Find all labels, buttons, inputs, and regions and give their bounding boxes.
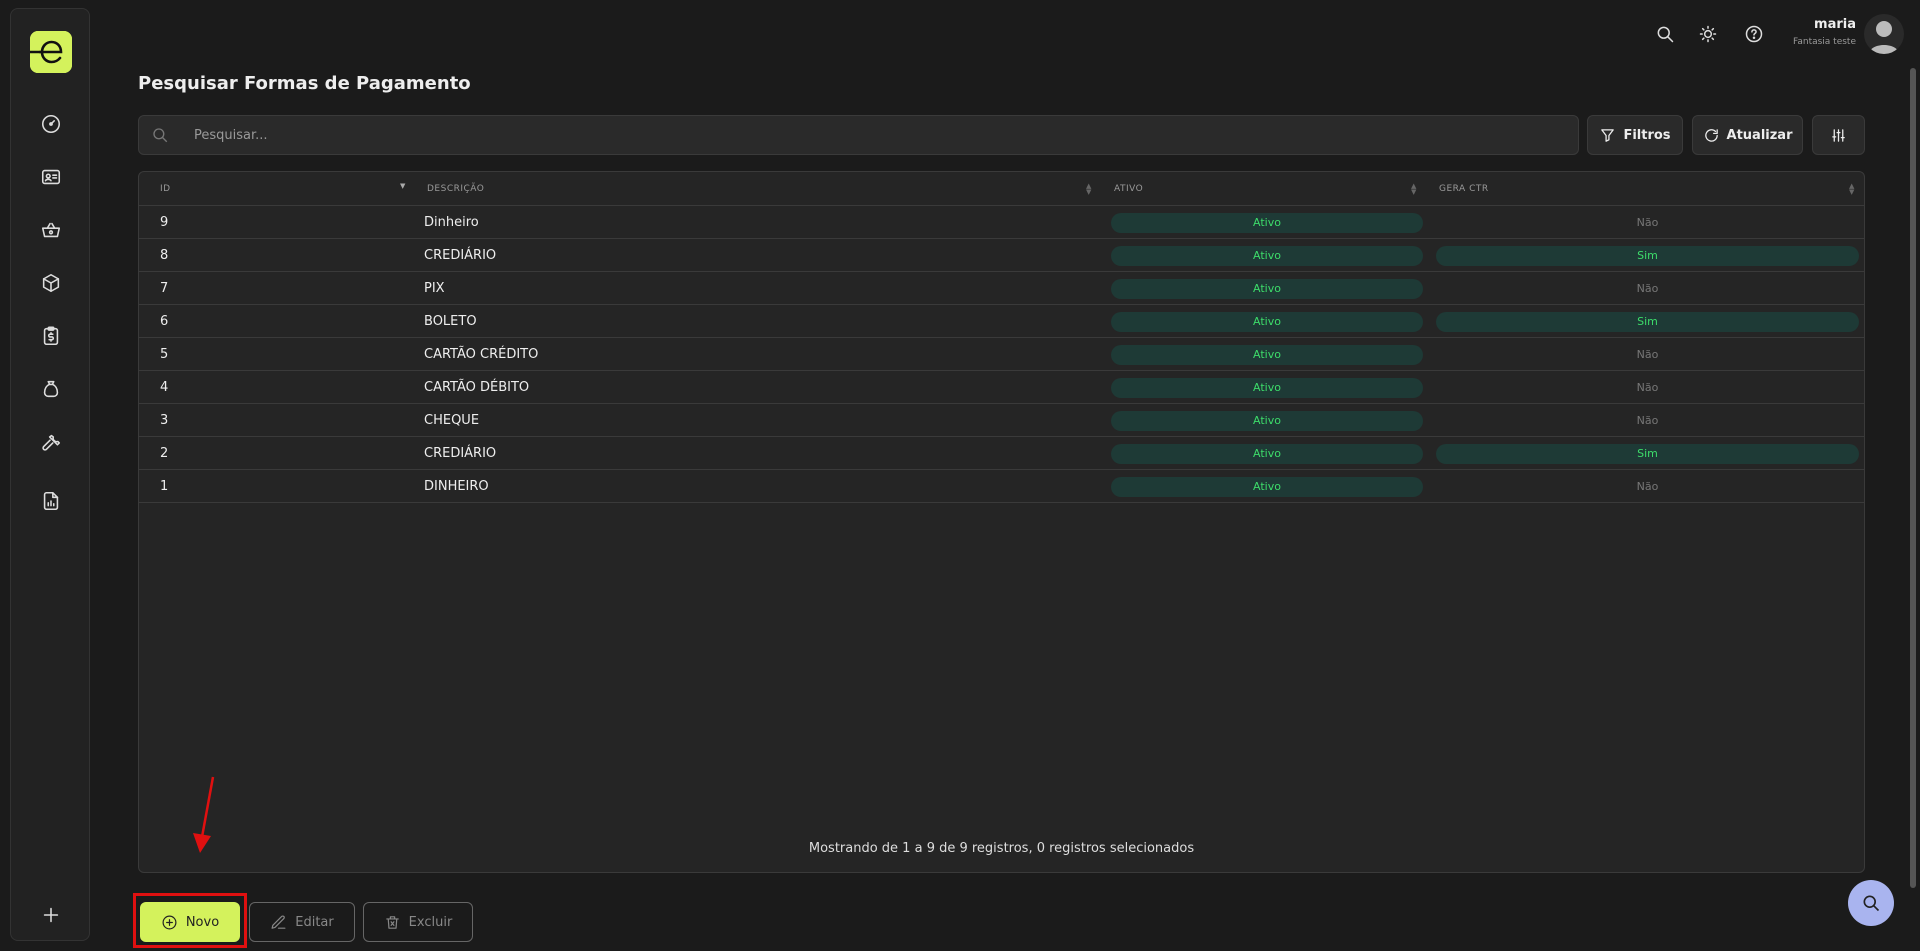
sliders-icon: [1832, 128, 1845, 142]
gera-ctr-badge: Sim: [1436, 444, 1859, 464]
avatar[interactable]: [1864, 14, 1904, 54]
table-header: ID ▼ DESCRIÇÃO ▲ ▼ ATIVO ▲ ▼ GERA CTR ▲ ▼: [139, 172, 1864, 206]
gera-ctr-badge: Não: [1636, 480, 1659, 493]
status-badge: Ativo: [1111, 279, 1423, 299]
cell-id: 5: [160, 347, 169, 362]
table-row[interactable]: 5 CARTÃO CRÉDITO Ativo Não: [139, 338, 1864, 371]
wrench-icon[interactable]: [38, 429, 64, 455]
status-badge: Ativo: [1111, 477, 1423, 497]
delete-label: Excluir: [408, 914, 453, 930]
sidebar: [10, 8, 90, 941]
refresh-icon: [1704, 128, 1718, 142]
status-badge: Ativo: [1111, 246, 1423, 266]
search-field-icon: [153, 128, 168, 143]
gera-ctr-badge: Sim: [1436, 246, 1859, 266]
cell-descricao: CHEQUE: [424, 413, 480, 428]
table-row[interactable]: 6 BOLETO Ativo Sim: [139, 305, 1864, 338]
cell-id: 4: [160, 380, 169, 395]
user-company: Fantasia teste: [1793, 37, 1856, 47]
cell-descricao: CARTÃO CRÉDITO: [424, 347, 539, 362]
cell-id: 2: [160, 446, 169, 461]
cell-id: 3: [160, 413, 169, 428]
status-badge: Ativo: [1111, 444, 1423, 464]
cell-descricao: CREDIÁRIO: [424, 446, 497, 461]
column-settings-button[interactable]: [1812, 115, 1865, 155]
gera-ctr-badge: Não: [1636, 282, 1659, 295]
edit-label: Editar: [295, 914, 334, 930]
edit-icon: [271, 914, 286, 929]
header-id[interactable]: ID: [160, 172, 171, 206]
gera-ctr-badge: Não: [1636, 381, 1659, 394]
page-scrollbar[interactable]: [1910, 68, 1916, 888]
gera-ctr-badge: Sim: [1436, 312, 1859, 332]
status-badge: Ativo: [1111, 378, 1423, 398]
delete-button[interactable]: Excluir: [363, 902, 473, 942]
search-icon[interactable]: [1653, 22, 1677, 46]
cell-descricao: Dinheiro: [424, 215, 479, 230]
cell-descricao: PIX: [424, 281, 445, 296]
header-gera-ctr[interactable]: GERA CTR: [1439, 172, 1489, 206]
money-bag-icon[interactable]: [38, 376, 64, 402]
cell-descricao: CARTÃO DÉBITO: [424, 380, 530, 395]
status-badge: Ativo: [1111, 312, 1423, 332]
floating-search-button[interactable]: [1848, 880, 1894, 926]
user-name[interactable]: maria: [1814, 17, 1856, 32]
cell-id: 6: [160, 314, 169, 329]
report-icon[interactable]: [38, 488, 64, 514]
refresh-label: Atualizar: [1726, 127, 1793, 143]
sun-icon[interactable]: [1696, 22, 1720, 46]
table-row[interactable]: 8 CREDIÁRIO Ativo Sim: [139, 239, 1864, 272]
cell-descricao: BOLETO: [424, 314, 477, 329]
basket-icon[interactable]: [38, 217, 64, 243]
data-table: ID ▼ DESCRIÇÃO ▲ ▼ ATIVO ▲ ▼ GERA CTR ▲ ▼ 9…: [138, 171, 1865, 873]
gera-ctr-badge: Não: [1636, 414, 1659, 427]
dashboard-icon[interactable]: [38, 111, 64, 137]
id-card-icon[interactable]: [38, 164, 64, 190]
clipboard-dollar-icon[interactable]: [38, 323, 64, 349]
table-row[interactable]: 4 CARTÃO DÉBITO Ativo Não: [139, 371, 1864, 404]
box-icon[interactable]: [38, 270, 64, 296]
search-icon: [1863, 895, 1880, 912]
page-title: Pesquisar Formas de Pagamento: [138, 73, 471, 94]
sort-icon[interactable]: ▲ ▼: [1849, 183, 1854, 196]
cell-descricao: CREDIÁRIO: [424, 248, 497, 263]
help-icon[interactable]: [1742, 22, 1766, 46]
status-badge: Ativo: [1111, 411, 1423, 431]
table-footer: Mostrando de 1 a 9 de 9 registros, 0 reg…: [808, 841, 1195, 856]
filters-label: Filtros: [1623, 127, 1671, 143]
filter-icon: [1601, 128, 1615, 142]
app-logo[interactable]: [30, 31, 72, 73]
cell-id: 1: [160, 479, 169, 494]
refresh-button[interactable]: Atualizar: [1692, 115, 1803, 155]
header-ativo[interactable]: ATIVO: [1114, 172, 1143, 206]
cell-descricao: DINHEIRO: [424, 479, 489, 494]
search-bar[interactable]: [138, 115, 1579, 155]
gera-ctr-badge: Não: [1636, 216, 1659, 229]
table-row[interactable]: 1 DINHEIRO Ativo Não: [139, 470, 1864, 503]
gera-ctr-badge: Não: [1636, 348, 1659, 361]
edit-button[interactable]: Editar: [249, 902, 355, 942]
table-row[interactable]: 3 CHEQUE Ativo Não: [139, 404, 1864, 437]
table-row[interactable]: 7 PIX Ativo Não: [139, 272, 1864, 305]
status-badge: Ativo: [1111, 213, 1423, 233]
annotation-arrow-icon: [193, 776, 215, 853]
cell-id: 9: [160, 215, 169, 230]
filters-button[interactable]: Filtros: [1587, 115, 1683, 155]
status-badge: Ativo: [1111, 345, 1423, 365]
cell-id: 8: [160, 248, 169, 263]
sort-desc-icon[interactable]: ▼: [400, 183, 405, 190]
search-input[interactable]: [194, 116, 1564, 154]
table-row[interactable]: 9 Dinheiro Ativo Não: [139, 206, 1864, 239]
sort-icon[interactable]: ▲ ▼: [1086, 183, 1091, 196]
table-row[interactable]: 2 CREDIÁRIO Ativo Sim: [139, 437, 1864, 470]
annotation-highlight-box: [133, 893, 247, 948]
trash-icon: [385, 915, 399, 929]
sort-icon[interactable]: ▲ ▼: [1411, 183, 1416, 196]
plus-icon[interactable]: [38, 902, 64, 928]
header-descricao[interactable]: DESCRIÇÃO: [427, 172, 484, 206]
cell-id: 7: [160, 281, 169, 296]
